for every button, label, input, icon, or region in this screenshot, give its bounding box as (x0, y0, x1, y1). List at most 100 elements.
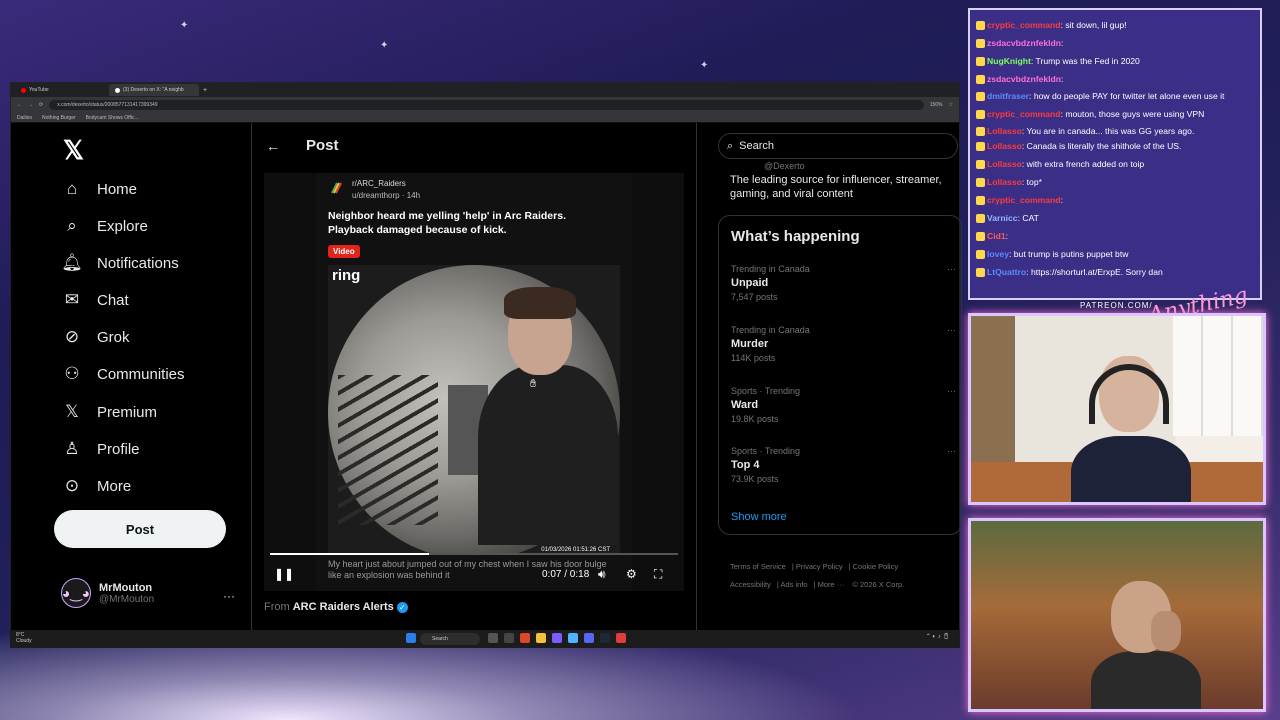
app-icon[interactable] (568, 633, 578, 643)
back-arrow-icon[interactable]: ← (266, 138, 280, 154)
folder-icon[interactable] (536, 633, 546, 643)
footer-link[interactable]: Cookie Policy (853, 562, 898, 571)
chat-username[interactable]: NugKnight (987, 56, 1031, 66)
chat-username[interactable]: zsdacvbdznfekldn (987, 38, 1061, 48)
app-icon[interactable] (488, 633, 498, 643)
app-icon[interactable] (520, 633, 530, 643)
trend-item[interactable]: Trending in Canada Unpaid 7,547 posts ··… (731, 264, 956, 302)
trend-item[interactable]: Sports · Trending Top 4 73.9K posts ··· (731, 446, 956, 484)
video-player[interactable]: r/ARC_Raiders u/dreamthorp · 14h Neighbo… (264, 173, 684, 591)
stairs (338, 375, 438, 525)
chat-text: https://shorturl.at/ErxpE. Sorry dan (1030, 267, 1163, 277)
volume-icon[interactable]: 🔊︎ (598, 567, 606, 582)
chat-username[interactable]: Lollasso (987, 159, 1022, 169)
search-icon: ⌕ (67, 216, 77, 235)
trend-name: Top 4 (731, 459, 760, 471)
trend-more-icon[interactable]: ··· (947, 386, 956, 396)
system-tray[interactable]: ⌃ ◐ ♪ 🔋︎ (926, 633, 950, 640)
back-nav-icon[interactable]: ← (17, 102, 22, 108)
trend-name: Murder (731, 338, 769, 350)
new-tab-icon[interactable]: + (203, 87, 207, 94)
tab-youtube[interactable]: YouTube (15, 84, 105, 96)
chat-username[interactable]: Lollasso (987, 126, 1022, 136)
video-progress-fill (270, 553, 430, 555)
chat-badge-icon (976, 196, 985, 206)
post-button[interactable]: Post (54, 510, 226, 548)
bookmark-item[interactable]: Nothing Burger (42, 115, 76, 121)
chat-username[interactable]: cryptic_command (987, 195, 1061, 205)
hoodie (1071, 436, 1191, 502)
footer-link[interactable]: More ··· (818, 580, 845, 589)
x-logo-icon[interactable]: 𝕏 (63, 135, 84, 166)
left-sidebar: 𝕏 ⌂ Home ⌕ Explore 🔔︎ Notifications ✉ Chat ⊘… (11, 123, 249, 648)
taskbar-search-label: Search (432, 636, 448, 642)
star-icon: ✦ (180, 20, 189, 31)
chat-username[interactable]: cryptic_command (987, 20, 1061, 30)
star-bookmark-icon[interactable]: ☆ (949, 102, 953, 108)
chat-username[interactable]: Lollasso (987, 141, 1022, 151)
app-icon[interactable] (504, 633, 514, 643)
trend-more-icon[interactable]: ··· (947, 446, 956, 456)
account-switcher[interactable]: ◕‿◕ MrMouton @MrMouton (61, 578, 154, 608)
chat-username[interactable]: zsdacvbdznfekldn (987, 74, 1061, 84)
footer-link[interactable]: Accessibility (730, 580, 771, 589)
windows-start-icon[interactable] (406, 633, 416, 643)
nav-home[interactable]: ⌂ Home (61, 175, 137, 203)
chat-username[interactable]: Lollasso (987, 177, 1022, 187)
nav-explore[interactable]: ⌕ Explore (61, 212, 148, 240)
chat-message: NugKnight: Trump was the Fed in 2020 (976, 52, 1254, 70)
pinned-apps (488, 633, 626, 643)
nav-premium[interactable]: 𝕏 Premium (61, 398, 157, 426)
nav-notifications[interactable]: 🔔︎ Notifications (61, 249, 179, 277)
zoom-level[interactable]: 150% (930, 102, 943, 108)
chat-username[interactable]: lovey (987, 249, 1009, 259)
nav-chat[interactable]: ✉ Chat (61, 286, 129, 314)
forward-nav-icon[interactable]: → (28, 102, 33, 108)
chat-text: You are in canada... this was GG years a… (1026, 126, 1195, 136)
chat-username[interactable]: Cid1 (987, 231, 1006, 241)
chat-text: Trump was the Fed in 2020 (1035, 56, 1140, 66)
chat-badge-icon (976, 92, 985, 102)
discord-icon[interactable] (584, 633, 594, 643)
account-more-icon[interactable]: ··· (223, 589, 235, 603)
chat-username[interactable]: LtQuattro (987, 267, 1026, 277)
chat-message: Lollasso: Canada is literally the shitho… (976, 140, 1254, 153)
nav-more[interactable]: ⊙ More (61, 472, 131, 500)
trend-more-icon[interactable]: ··· (947, 264, 956, 274)
url-field[interactable]: x.com/dexerto/status/2008577131417399349 (49, 100, 924, 110)
pause-icon[interactable]: ❚❚ (274, 567, 294, 581)
app-icon[interactable] (552, 633, 562, 643)
trend-item[interactable]: Sports · Trending Ward 19.8K posts ··· (731, 386, 956, 424)
show-more-link[interactable]: Show more (731, 511, 787, 523)
tab-x-post[interactable]: (3) Dexerto on X: "A neighb (109, 84, 199, 96)
footer-link[interactable]: Ads info (780, 580, 807, 589)
nav-grok[interactable]: ⊘ Grok (61, 323, 130, 351)
chat-username[interactable]: cryptic_command (987, 109, 1061, 119)
nav-communities[interactable]: ⚇ Communities (61, 360, 184, 388)
trend-more-icon[interactable]: ··· (947, 325, 956, 335)
chat-username[interactable]: Varnicc (987, 213, 1018, 223)
nav-label: Chat (97, 291, 129, 309)
bookmark-item[interactable]: Bodycam Shows Offic... (86, 115, 139, 121)
search-input[interactable]: ⌕ Search (718, 133, 958, 159)
footer-links: Terms of Service | Privacy Policy | Cookie… (730, 562, 905, 589)
video-frame: r/ARC_Raiders u/dreamthorp · 14h Neighbo… (316, 173, 632, 591)
source-account-link[interactable]: ARC Raiders Alerts (293, 601, 394, 613)
whats-happening-panel: What’s happening Trending in Canada Unpa… (718, 215, 962, 535)
reload-icon[interactable]: ⟳ (39, 102, 43, 108)
video-progress-bar[interactable] (270, 553, 678, 555)
app-icon[interactable] (616, 633, 626, 643)
taskbar-search[interactable]: Search (420, 633, 480, 645)
nav-label: More (97, 477, 132, 495)
footer-link[interactable]: Terms of Service (730, 562, 786, 571)
fullscreen-icon[interactable]: ⛶ (654, 567, 662, 582)
footer-link[interactable]: Privacy Policy (796, 562, 843, 571)
bookmark-item[interactable]: Dailies (17, 115, 32, 121)
weather-widget[interactable]: 8°C Cloudy (16, 632, 32, 644)
chat-username[interactable]: dmitfraser (987, 91, 1029, 101)
nav-profile[interactable]: ♙ Profile (61, 435, 139, 463)
steam-icon[interactable] (600, 633, 610, 643)
settings-gear-icon[interactable]: ⚙ (626, 567, 637, 581)
trend-item[interactable]: Trending in Canada Murder 114K posts ··· (731, 325, 956, 363)
promo-handle[interactable]: @Dexerto (764, 159, 805, 173)
